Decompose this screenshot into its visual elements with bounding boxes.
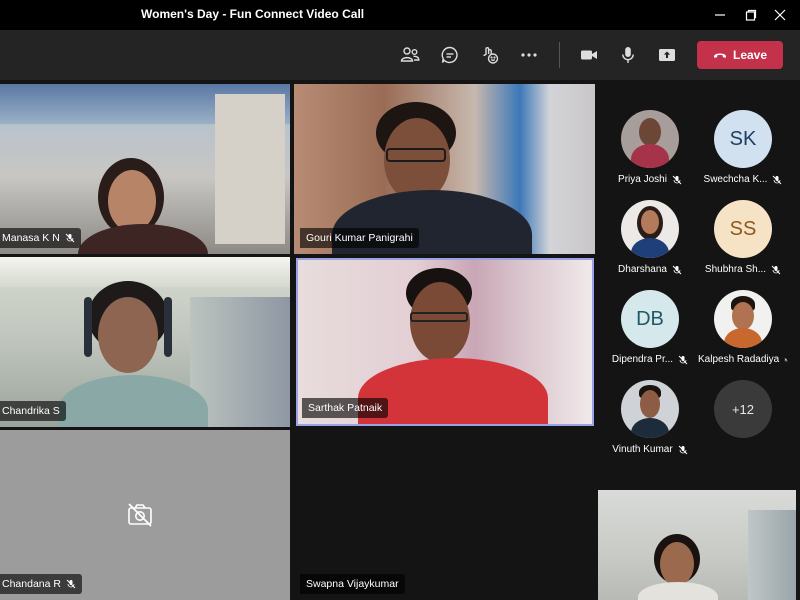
participant-nameplate: Chandrika S <box>0 401 66 421</box>
background-wall <box>748 510 796 600</box>
toolbar-divider <box>559 42 560 68</box>
roster-more-item[interactable]: +12 <box>698 380 788 438</box>
participant-name: Gouri Kumar Panigrahi <box>306 232 413 244</box>
participant-name: Sarthak Patnaik <box>308 402 383 414</box>
roster-name: Dipendra Pr... <box>611 354 674 365</box>
title-bar: Women's Day - Fun Connect Video Call <box>0 0 800 30</box>
mic-off-icon <box>784 357 788 362</box>
participant-nameplate: Manasa K N <box>0 228 81 248</box>
roster-item[interactable]: Kalpesh Radadiya <box>698 290 788 365</box>
mic-off-icon <box>65 233 75 243</box>
leave-button[interactable]: Leave <box>697 41 783 69</box>
maximize-icon[interactable] <box>741 5 761 25</box>
avatar <box>621 200 679 258</box>
people-icon[interactable] <box>398 43 422 67</box>
window-light <box>0 257 290 287</box>
mic-off-icon <box>672 265 682 274</box>
roster-name-row: Priya Joshi <box>605 174 695 185</box>
avatar-initials: SK <box>729 127 757 150</box>
participant-nameplate: Swapna Vijaykumar <box>300 574 405 594</box>
roster-name-row: Swechcha K... <box>698 174 788 185</box>
video-tile[interactable]: Chandrika S <box>0 257 290 427</box>
video-tile[interactable]: Manasa K N <box>0 84 290 254</box>
roster-item[interactable]: Priya Joshi <box>605 110 695 185</box>
mic-off-icon <box>771 265 781 274</box>
phone-hangup-icon <box>713 53 726 58</box>
meeting-toolbar: Leave <box>0 30 800 80</box>
wall-shelf <box>215 94 285 244</box>
roster-name: Kalpesh Radadiya <box>698 354 780 365</box>
avatar <box>621 380 679 438</box>
participant-roster: Priya Joshi SK Swechcha K... Dharshana S… <box>598 84 800 484</box>
video-tile-active-speaker[interactable]: Sarthak Patnaik <box>296 258 594 426</box>
avatar: SK <box>714 110 772 168</box>
roster-item[interactable]: DB Dipendra Pr... <box>605 290 695 365</box>
mic-off-icon <box>66 579 76 589</box>
avatar-initials: DB <box>636 307 664 330</box>
participant-nameplate: Gouri Kumar Panigrahi <box>300 228 419 248</box>
minimize-icon[interactable] <box>710 5 730 25</box>
participant-name: Manasa K N <box>2 232 60 244</box>
share-screen-icon[interactable] <box>655 43 679 67</box>
participant-name: Chandrika S <box>2 405 60 417</box>
roster-name-row: Vinuth Kumar <box>605 444 695 455</box>
more-options-icon[interactable] <box>517 43 541 67</box>
avatar: SS <box>714 200 772 258</box>
close-icon[interactable] <box>770 5 790 25</box>
microphone-icon[interactable] <box>616 43 640 67</box>
mic-off-icon <box>773 175 782 184</box>
chat-icon[interactable] <box>438 43 462 67</box>
participant-name: Swapna Vijaykumar <box>306 578 399 590</box>
roster-item[interactable]: Vinuth Kumar <box>605 380 695 455</box>
participant-nameplate: Chandana R <box>0 574 82 594</box>
roster-name: Shubhra Sh... <box>704 264 767 275</box>
roster-name-row: Kalpesh Radadiya <box>698 354 788 365</box>
roster-name-row: Shubhra Sh... <box>698 264 788 275</box>
participant-name: Chandana R <box>2 578 61 590</box>
roster-name: Swechcha K... <box>703 174 768 185</box>
more-participants-button[interactable]: +12 <box>714 380 772 438</box>
video-tile[interactable]: Swapna Vijaykumar <box>294 430 595 600</box>
roster-name-row: Dharshana <box>605 264 695 275</box>
video-tile-camera-off[interactable]: Chandana R <box>0 430 290 600</box>
camera-off-icon <box>128 503 152 527</box>
avatar-initials: SS <box>729 217 757 240</box>
roster-item[interactable]: SK Swechcha K... <box>698 110 788 185</box>
avatar: DB <box>621 290 679 348</box>
roster-name: Dharshana <box>618 264 667 275</box>
roster-name-row: Dipendra Pr... <box>605 354 695 365</box>
camera-icon[interactable] <box>577 43 601 67</box>
roster-item[interactable]: Dharshana <box>605 200 695 275</box>
roster-item[interactable]: SS Shubhra Sh... <box>698 200 788 275</box>
video-tile[interactable]: Gouri Kumar Panigrahi <box>294 84 595 254</box>
window-title: Women's Day - Fun Connect Video Call <box>141 7 365 21</box>
mic-off-icon <box>678 445 688 454</box>
mic-off-icon <box>678 355 688 364</box>
mic-off-icon <box>672 175 682 184</box>
avatar <box>621 110 679 168</box>
roster-name: Priya Joshi <box>618 174 667 185</box>
reactions-icon[interactable] <box>478 43 502 67</box>
participant-nameplate: Sarthak Patnaik <box>302 398 389 418</box>
self-view-video[interactable] <box>598 490 796 600</box>
avatar <box>714 290 772 348</box>
leave-label: Leave <box>732 48 768 62</box>
roster-name: Vinuth Kumar <box>612 444 673 455</box>
